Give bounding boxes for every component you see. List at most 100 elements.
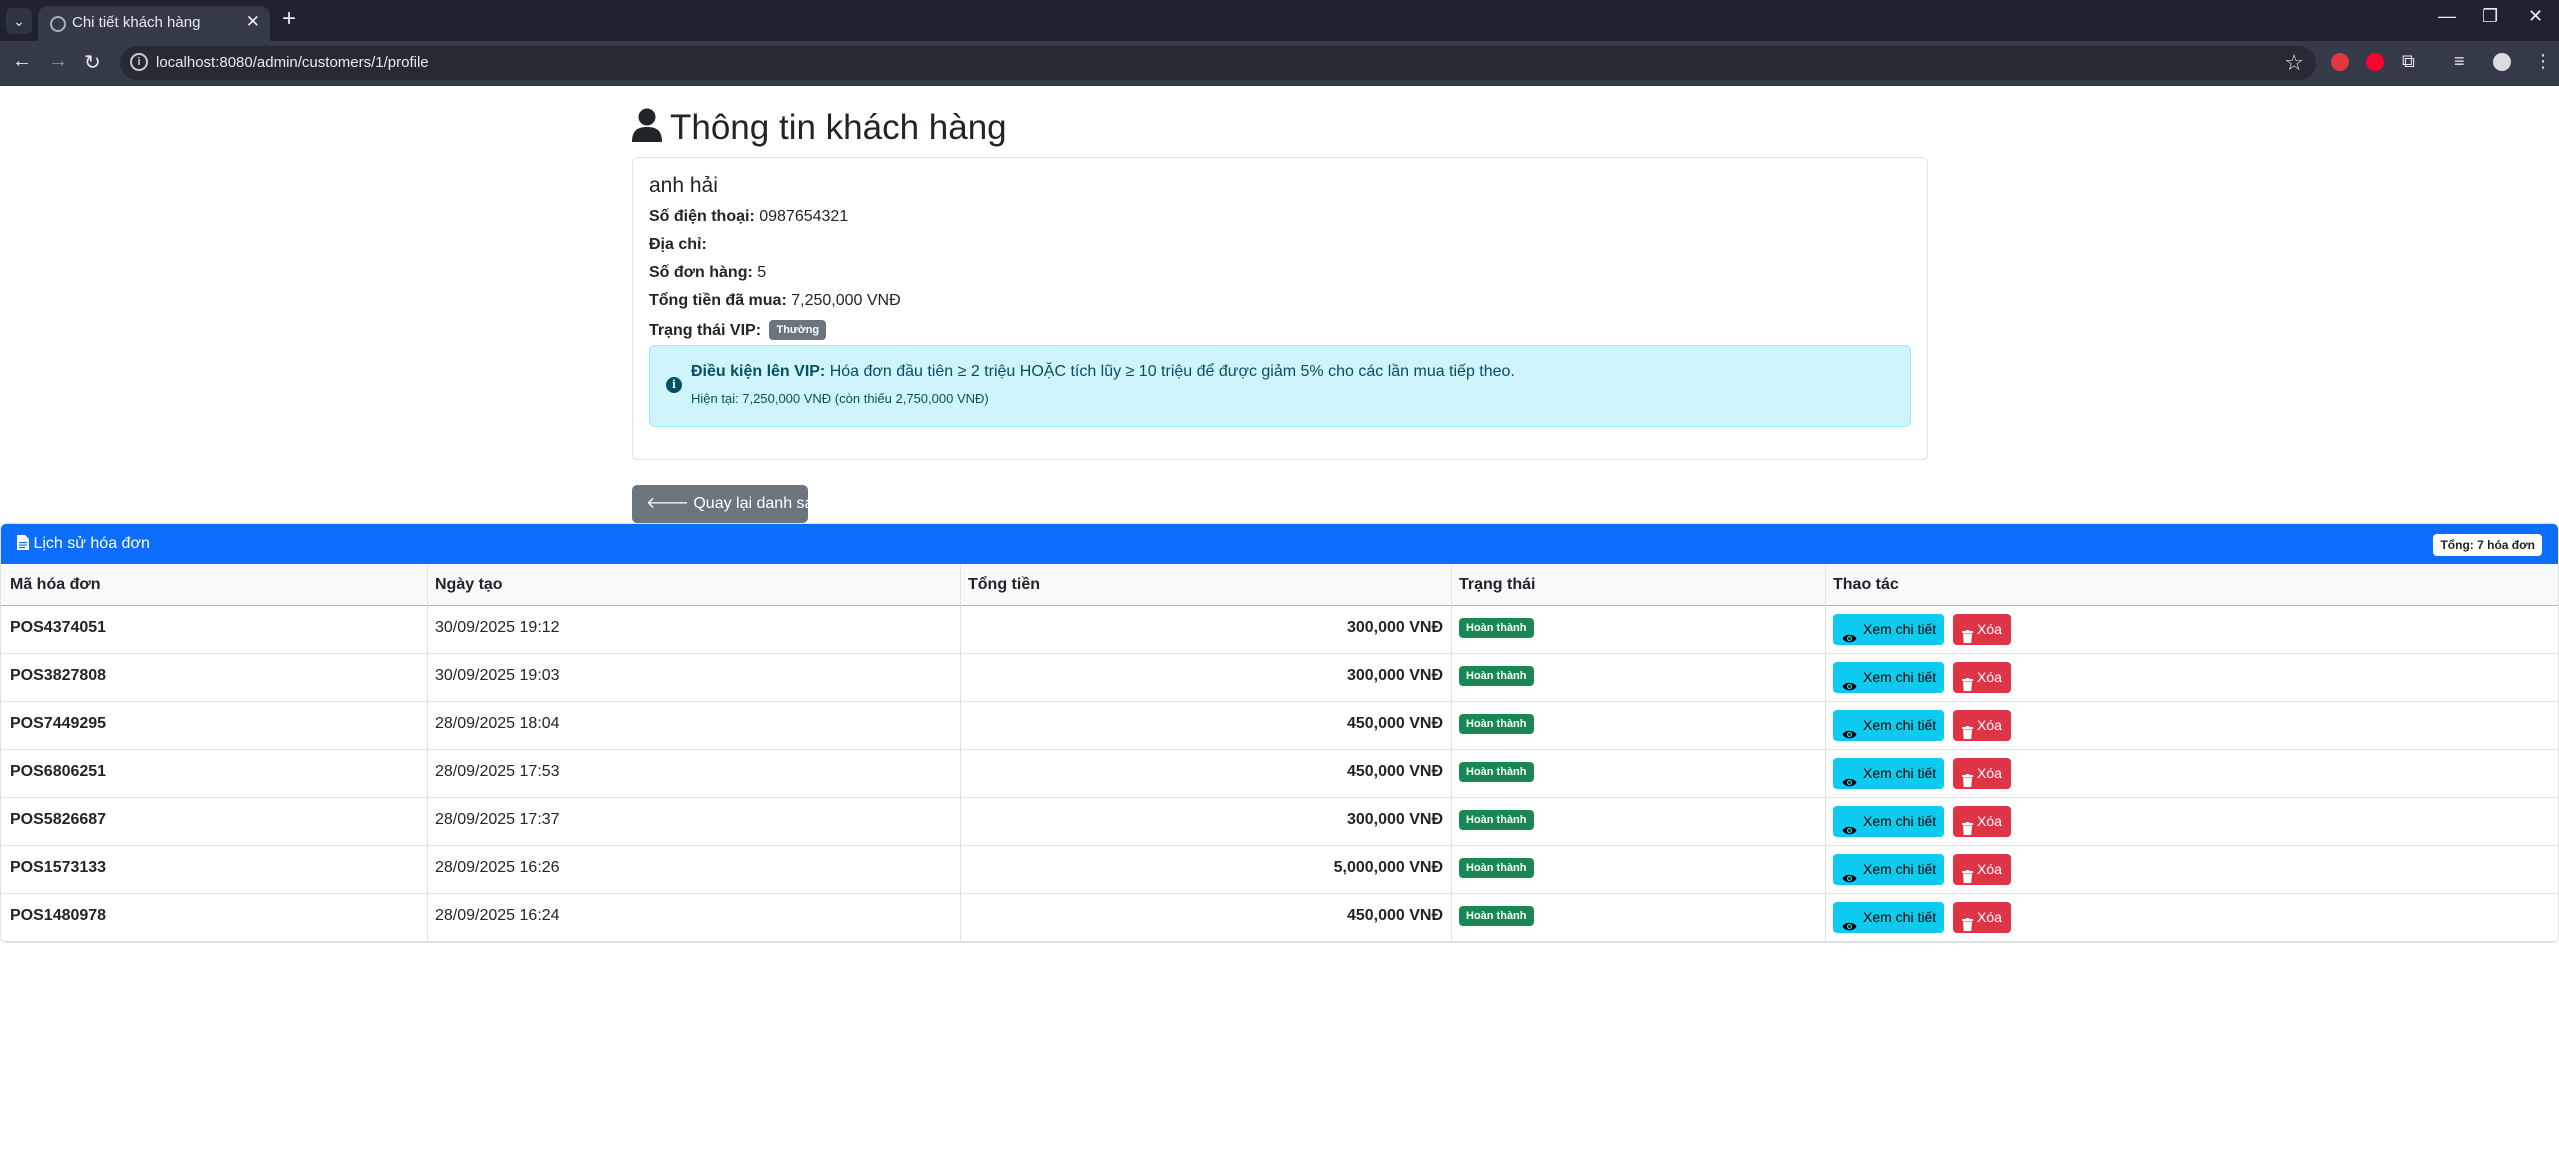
invoice-count-badge: Tổng: 7 hóa đơn [2433,534,2542,556]
eye-icon [1842,720,1857,751]
delete-button[interactable]: Xóa [1953,902,2011,933]
vip-current-progress: Hiện tại: 7,250,000 VNĐ (còn thiếu 2,750… [691,391,989,406]
back-arrow-icon[interactable]: ← [12,50,32,73]
view-detail-button[interactable]: Xem chi tiết [1833,758,1944,789]
address-label: Địa chỉ: [649,236,707,253]
invoice-total: 300,000 VNĐ [1346,811,1443,828]
restore-icon[interactable]: ❐ [2482,6,2498,27]
delete-button[interactable]: Xóa [1953,806,2011,837]
invoice-code: POS1480978 [10,907,107,924]
orders-value: 5 [757,264,767,281]
status-badge: Hoàn thành [1459,714,1534,734]
page-title-text: Thông tin khách hàng [670,108,1007,147]
user-icon [632,108,662,151]
delete-button[interactable]: Xóa [1953,854,2011,885]
delete-button[interactable]: Xóa [1953,662,2011,693]
invoice-total: 450,000 VNĐ [1346,907,1443,924]
phone-value: 0987654321 [759,208,849,225]
tab-search-chevron-icon[interactable]: ⌄ [6,8,32,34]
phone-label: Số điện thoại: [649,208,755,225]
close-window-icon[interactable]: ✕ [2528,6,2543,27]
eye-icon [1842,672,1857,703]
col-header-code: Mã hóa đơn [10,576,101,593]
delete-label: Xóa [1977,669,2002,685]
table-row: POS5826687 28/09/2025 17:37 300,000 VNĐ Hoà… [1,798,2558,846]
view-detail-button[interactable]: Xem chi tiết [1833,710,1944,741]
vip-condition-alert: i Điều kiện lên VIP: Hóa đơn đầu tiên ≥ … [649,345,1911,427]
browser-menu-icon[interactable]: ⋮ [2534,51,2552,72]
trash-icon [1962,911,1973,942]
view-detail-button[interactable]: Xem chi tiết [1833,662,1944,693]
invoice-history-title-text: Lịch sử hóa đơn [33,535,150,552]
view-detail-label: Xem chi tiết [1863,717,1937,733]
delete-button[interactable]: Xóa [1953,614,2011,645]
address-line: Địa chỉ: [649,236,707,254]
orders-label: Số đơn hàng: [649,264,753,281]
close-tab-icon[interactable]: ✕ [246,12,260,32]
back-to-list-button[interactable]: 🡐 Quay lại danh sách [632,485,830,523]
extension-youtube-icon[interactable] [2366,53,2384,71]
site-info-icon[interactable]: i [130,53,148,71]
table-row: POS3827808 30/09/2025 19:03 300,000 VNĐ Hoà… [1,654,2558,702]
page-title: Thông tin khách hàng [632,108,1007,151]
vip-status-label: Trạng thái VIP: [649,322,762,339]
invoice-total: 450,000 VNĐ [1346,763,1443,780]
trash-icon [1962,671,1973,702]
invoice-table-header: Mã hóa đơn Ngày tạo Tổng tiền Trạng thái… [1,564,2558,606]
extensions-puzzle-icon[interactable]: ⧉ [2402,51,2415,72]
browser-tab[interactable]: Chi tiết khách hàng ✕ [38,6,270,41]
invoice-date: 30/09/2025 19:12 [435,619,560,636]
invoice-total: 5,000,000 VNĐ [1333,859,1443,876]
invoice-date: 30/09/2025 19:03 [435,667,560,684]
view-detail-label: Xem chi tiết [1863,909,1937,925]
view-detail-label: Xem chi tiết [1863,621,1937,637]
delete-label: Xóa [1977,621,2002,637]
address-bar[interactable]: i localhost:8080/admin/customers/1/profi… [120,46,2316,80]
total-spent-value: 7,250,000 VNĐ [791,292,901,309]
invoice-history-card: Lịch sử hóa đơn Tổng: 7 hóa đơn Mã hóa đ… [0,523,2559,943]
status-badge: Hoàn thành [1459,666,1534,686]
tab-title: Chi tiết khách hàng [72,14,201,31]
invoice-code: POS5826687 [10,811,107,828]
arrow-left-icon: 🡐 [646,495,689,512]
delete-label: Xóa [1977,861,2002,877]
col-header-total: Tổng tiền [968,576,1040,593]
forward-arrow-icon[interactable]: → [48,50,68,73]
status-badge: Hoàn thành [1459,810,1534,830]
reload-icon[interactable]: ↻ [84,50,101,75]
trash-icon [1962,767,1973,798]
view-detail-label: Xem chi tiết [1863,813,1937,829]
invoice-code: POS6806251 [10,763,107,780]
invoice-date: 28/09/2025 18:04 [435,715,560,732]
trash-icon [1962,719,1973,750]
trash-icon [1962,863,1973,894]
new-tab-icon[interactable]: + [282,5,296,33]
bookmark-star-icon[interactable]: ☆ [2284,50,2304,76]
delete-label: Xóa [1977,909,2002,925]
trash-icon [1962,815,1973,846]
delete-button[interactable]: Xóa [1953,758,2011,789]
view-detail-button[interactable]: Xem chi tiết [1833,806,1944,837]
invoice-date: 28/09/2025 16:26 [435,859,560,876]
view-detail-button[interactable]: Xem chi tiết [1833,614,1944,645]
profile-avatar[interactable] [2493,53,2511,71]
globe-icon [50,16,66,32]
eye-icon [1842,624,1857,655]
media-controls-icon[interactable]: ≡ [2454,51,2465,72]
table-row: POS6806251 28/09/2025 17:53 450,000 VNĐ Hoà… [1,750,2558,798]
delete-label: Xóa [1977,765,2002,781]
table-row: POS7449295 28/09/2025 18:04 450,000 VNĐ Hoà… [1,702,2558,750]
eye-icon [1842,816,1857,847]
vip-condition-desc: Hóa đơn đầu tiên ≥ 2 triệu HOẶC tích lũy… [829,363,1515,380]
url-text: localhost:8080/admin/customers/1/profile [156,54,429,71]
minimize-icon[interactable]: — [2438,6,2456,27]
total-spent-line: Tổng tiền đã mua: 7,250,000 VNĐ [649,292,901,310]
status-badge: Hoàn thành [1459,858,1534,878]
view-detail-button[interactable]: Xem chi tiết [1833,902,1944,933]
invoice-total: 300,000 VNĐ [1346,667,1443,684]
col-header-actions: Thao tác [1833,576,1899,593]
delete-button[interactable]: Xóa [1953,710,2011,741]
view-detail-button[interactable]: Xem chi tiết [1833,854,1944,885]
invoice-code: POS3827808 [10,667,107,684]
extension-block-icon[interactable] [2331,53,2349,71]
